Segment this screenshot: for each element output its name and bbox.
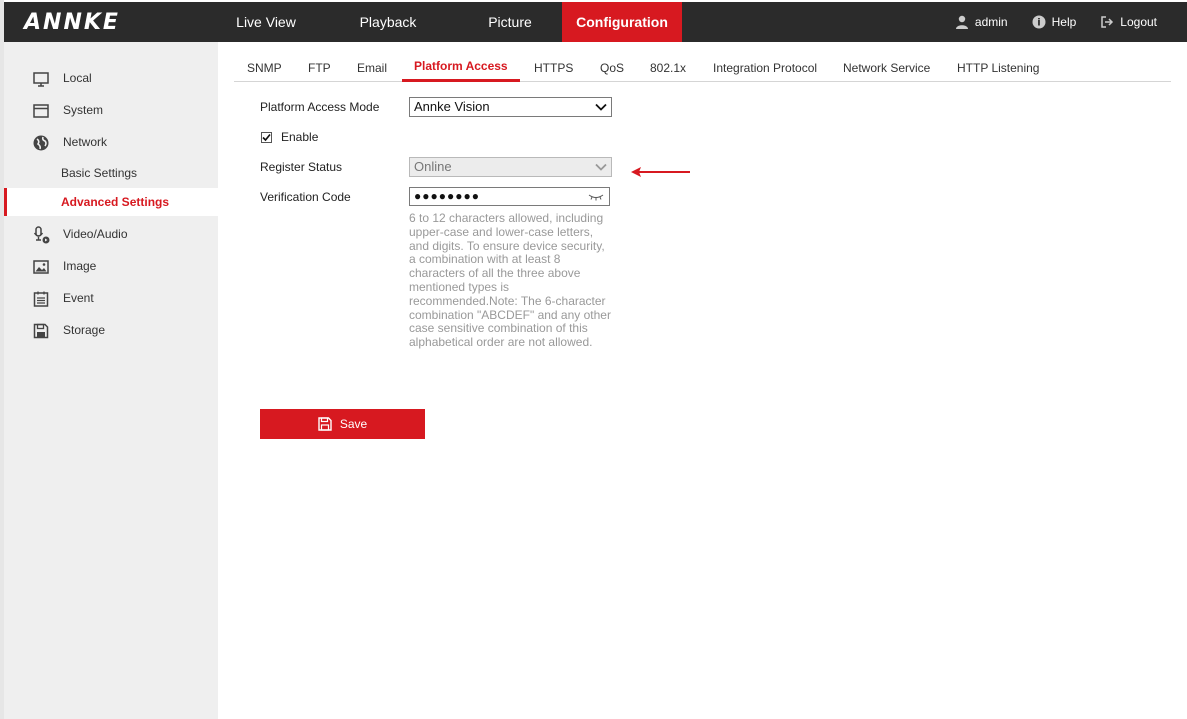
floppy-disk-icon [33, 323, 49, 339]
sidebar-item-network[interactable]: Network [4, 128, 218, 156]
active-tab-indicator [402, 79, 520, 82]
sidebar: Local System Network Basic Settings Adva… [4, 42, 218, 719]
sidebar-item-storage[interactable]: Storage [4, 316, 218, 344]
image-icon [33, 260, 49, 274]
sub-tabs: SNMP FTP Email Platform Access HTTPS QoS… [234, 52, 1171, 82]
event-list-icon [33, 291, 49, 307]
monitor-icon [33, 72, 49, 87]
register-status-value: Online [414, 159, 452, 174]
logout-label: Logout [1120, 15, 1157, 29]
nav-configuration[interactable]: Configuration [562, 2, 682, 42]
tab-platform-access[interactable]: Platform Access [414, 59, 508, 73]
user-icon [955, 15, 968, 29]
main-nav: Live View Playback Picture Configuration [214, 2, 682, 42]
chevron-down-icon [595, 163, 607, 171]
nav-live-view[interactable]: Live View [214, 2, 318, 42]
username: admin [974, 15, 1008, 29]
sidebar-item-label: Storage [63, 323, 106, 337]
sidebar-item-label: Video/Audio [63, 227, 128, 241]
tab-snmp[interactable]: SNMP [247, 61, 282, 75]
platform-access-mode-select[interactable]: Annke Vision [409, 97, 612, 117]
checkmark-icon [262, 133, 271, 142]
verification-code-label: Verification Code [260, 190, 351, 204]
sidebar-item-label: Network [63, 135, 108, 149]
floppy-disk-icon [318, 417, 332, 431]
register-status-label: Register Status [260, 160, 343, 174]
user-menu[interactable]: admin [955, 15, 1008, 29]
nav-playback[interactable]: Playback [318, 2, 458, 42]
tab-qos[interactable]: QoS [600, 61, 624, 75]
top-bar: ANNKE Live View Playback Picture Configu… [4, 2, 1187, 42]
user-bar: admin i Help Logout [955, 2, 1157, 42]
verification-code-hint: 6 to 12 characters allowed, including up… [409, 211, 611, 350]
sidebar-item-label: Advanced Settings [61, 195, 170, 209]
sidebar-item-image[interactable]: Image [4, 252, 218, 280]
svg-text:i: i [1037, 18, 1040, 29]
register-status-select: Online [409, 157, 612, 177]
sidebar-item-advanced-settings[interactable]: Advanced Settings [4, 188, 218, 216]
help-link[interactable]: i Help [1032, 15, 1077, 29]
tab-integration-protocol[interactable]: Integration Protocol [713, 61, 817, 75]
save-button-label: Save [339, 417, 368, 431]
nav-picture[interactable]: Picture [458, 2, 562, 42]
sidebar-item-label: Event [63, 291, 94, 305]
globe-icon [33, 135, 49, 151]
platform-access-mode-value: Annke Vision [414, 99, 490, 114]
enable-label: Enable [281, 130, 319, 144]
tab-http-listening[interactable]: HTTP Listening [957, 61, 1039, 75]
brand-logo: ANNKE [24, 10, 120, 35]
chevron-down-icon [595, 103, 607, 111]
logout-link[interactable]: Logout [1100, 15, 1157, 29]
sidebar-item-label: System [63, 103, 104, 117]
sidebar-item-label: Basic Settings [61, 166, 138, 180]
help-icon: i [1032, 15, 1046, 29]
sidebar-item-label: Local [63, 71, 92, 85]
save-button[interactable]: Save [260, 409, 425, 439]
tab-ftp[interactable]: FTP [308, 61, 331, 75]
sidebar-item-system[interactable]: System [4, 96, 218, 124]
logout-icon [1101, 16, 1114, 28]
sidebar-item-label: Image [63, 259, 97, 273]
red-arrow-annotation [631, 167, 690, 177]
tab-8021x[interactable]: 802.1x [650, 61, 686, 75]
help-label: Help [1051, 15, 1077, 29]
verification-code-input[interactable]: ●●●●●●●● [409, 187, 610, 206]
platform-access-mode-label: Platform Access Mode [260, 100, 380, 114]
window-icon [33, 104, 49, 118]
tab-email[interactable]: Email [357, 61, 387, 75]
tab-https[interactable]: HTTPS [534, 61, 573, 75]
verification-code-value: ●●●●●●●● [414, 189, 480, 203]
enable-checkbox[interactable] [261, 132, 272, 143]
sidebar-item-local[interactable]: Local [4, 64, 218, 92]
sidebar-item-basic-settings[interactable]: Basic Settings [4, 159, 218, 187]
microphone-camera-icon [33, 226, 50, 244]
eye-closed-icon[interactable] [588, 193, 604, 201]
tab-network-service[interactable]: Network Service [843, 61, 930, 75]
sidebar-item-event[interactable]: Event [4, 284, 218, 312]
sidebar-item-video-audio[interactable]: Video/Audio [4, 220, 218, 248]
